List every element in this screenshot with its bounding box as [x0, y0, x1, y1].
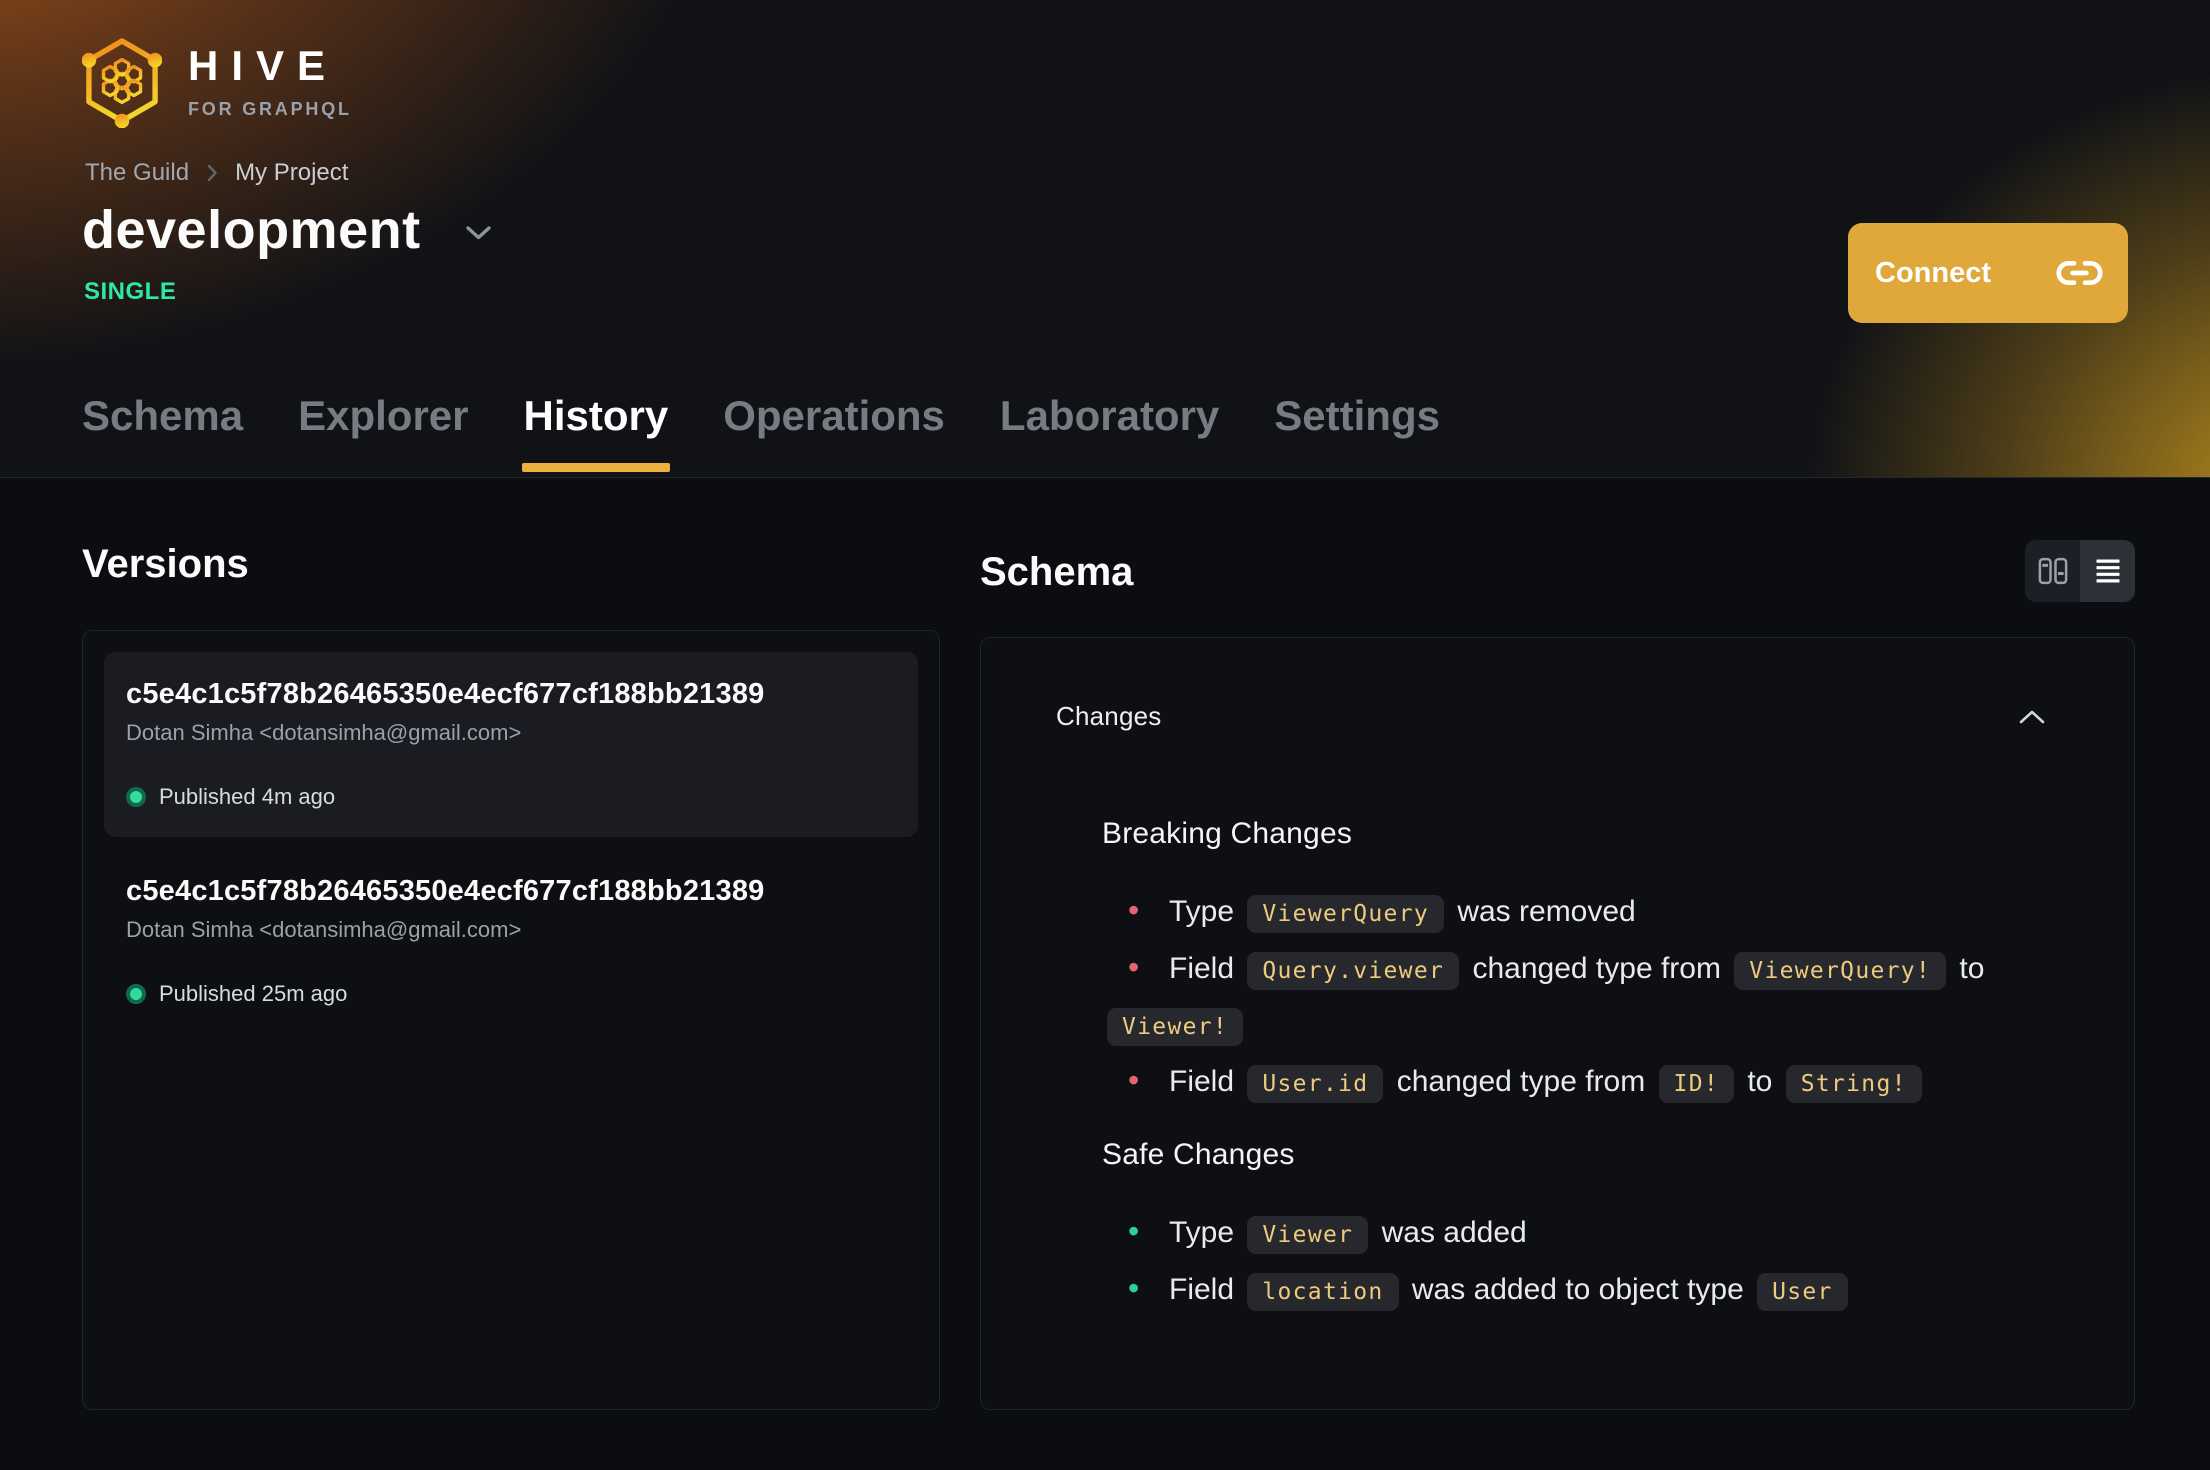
change-item: Type Viewer was added — [1102, 1205, 2032, 1262]
change-text: changed type from — [1464, 952, 1730, 985]
tab-settings[interactable]: Settings — [1274, 369, 1440, 477]
tab-operations[interactable]: Operations — [723, 369, 945, 477]
change-text: Type — [1169, 895, 1243, 928]
versions-title: Versions — [82, 542, 249, 586]
breaking-changes-list: Type ViewerQuery was removed Field Query… — [1102, 884, 2032, 1111]
chevron-up-icon[interactable] — [2018, 709, 2046, 725]
brand-tagline: FOR GRAPHQL — [188, 98, 352, 119]
schema-title: Schema — [980, 550, 1134, 594]
change-item: Field User.id changed type from ID! to S… — [1102, 1054, 2032, 1111]
safe-bullet-icon — [1102, 1205, 1169, 1259]
safe-changes-title: Safe Changes — [1102, 1138, 1295, 1171]
columns-view-icon — [2038, 557, 2067, 585]
change-text: changed type from — [1388, 1065, 1654, 1098]
changes-accordion-label: Changes — [1056, 701, 1162, 731]
version-author: Dotan Simha <dotansimha@gmail.com> — [126, 917, 522, 942]
change-item: Type ViewerQuery was removed — [1102, 884, 2032, 941]
breaking-changes-title: Breaking Changes — [1102, 817, 1353, 850]
breadcrumb-org[interactable]: The Guild — [85, 158, 189, 188]
breaking-bullet-icon — [1102, 1054, 1169, 1108]
changes-accordion-header[interactable]: Changes — [1056, 701, 2046, 732]
safe-bullet-icon — [1102, 1262, 1169, 1316]
status-badge: SINGLE — [84, 278, 177, 305]
version-hash: c5e4c1c5f78b26465350e4ecf677cf188bb21389 — [126, 875, 765, 907]
code-chip: Viewer — [1247, 1216, 1369, 1254]
brand-name: HIVE — [188, 41, 339, 89]
version-status-text: Published 25m ago — [159, 981, 348, 1006]
version-author: Dotan Simha <dotansimha@gmail.com> — [126, 720, 522, 745]
change-text: Field — [1169, 952, 1243, 985]
change-text: Type — [1169, 1216, 1243, 1249]
versions-section: Versions c5e4c1c5f78b26465350e4ecf677cf1… — [82, 542, 940, 1410]
breadcrumb-project[interactable]: My Project — [235, 158, 348, 188]
version-card[interactable]: c5e4c1c5f78b26465350e4ecf677cf188bb21389… — [104, 652, 918, 837]
hive-logo-icon — [82, 38, 162, 128]
code-chip: User.id — [1247, 1065, 1384, 1103]
brand-logo[interactable]: HIVE FOR GRAPHQL — [82, 34, 352, 128]
schema-header: Schema — [980, 540, 2135, 604]
version-hash: c5e4c1c5f78b26465350e4ecf677cf188bb21389 — [126, 678, 765, 710]
connect-button-label: Connect — [1875, 256, 1991, 289]
tab-explorer[interactable]: Explorer — [298, 369, 468, 477]
version-status-text: Published 4m ago — [159, 784, 336, 809]
change-item: Field location was added to object type … — [1102, 1262, 2032, 1319]
tab-bar: Schema Explorer History Operations Labor… — [82, 369, 1440, 477]
page-title: development — [82, 200, 421, 260]
version-card[interactable]: c5e4c1c5f78b26465350e4ecf677cf188bb21389… — [104, 849, 918, 1034]
change-text: was removed — [1449, 895, 1636, 928]
target-title-row: development — [82, 198, 492, 262]
view-toggle — [2025, 540, 2135, 602]
change-text: Field — [1169, 1065, 1243, 1098]
version-status: Published 25m ago — [126, 981, 896, 1007]
breaking-bullet-icon — [1102, 941, 1169, 995]
published-dot-icon — [126, 787, 146, 807]
change-item: Field Query.viewer changed type from Vie… — [1102, 941, 2032, 1054]
changes-panel: Changes Breaking Changes Type ViewerQuer… — [980, 637, 2135, 1410]
chevron-right-icon — [207, 164, 217, 182]
code-chip: User — [1757, 1273, 1848, 1311]
change-text: was added to object type — [1403, 1273, 1753, 1306]
code-chip: Query.viewer — [1247, 952, 1460, 990]
breadcrumb: The Guild My Project — [85, 158, 348, 188]
tab-laboratory[interactable]: Laboratory — [1000, 369, 1219, 477]
change-text: Field — [1169, 1273, 1243, 1306]
brand-text: HIVE FOR GRAPHQL — [188, 41, 352, 119]
code-chip: String! — [1785, 1065, 1922, 1103]
chevron-down-icon[interactable] — [465, 225, 492, 241]
code-chip: Viewer! — [1107, 1008, 1244, 1046]
code-chip: ViewerQuery — [1247, 895, 1444, 933]
main-content: Versions c5e4c1c5f78b26465350e4ecf677cf1… — [0, 478, 2210, 1410]
rows-view-button[interactable] — [2080, 540, 2135, 602]
app-header: HIVE FOR GRAPHQL The Guild My Project de… — [0, 0, 2210, 478]
change-text: to — [1951, 952, 1985, 985]
code-chip: ViewerQuery! — [1734, 952, 1947, 990]
code-chip: ID! — [1658, 1065, 1734, 1103]
version-status: Published 4m ago — [126, 784, 896, 810]
code-chip: location — [1247, 1273, 1399, 1311]
schema-section: Schema Changes Breaking Changes •Type Vi… — [980, 540, 2135, 1410]
tab-schema[interactable]: Schema — [82, 369, 243, 477]
change-text: to — [1739, 1065, 1781, 1098]
change-text: was added — [1373, 1216, 1527, 1249]
connect-button[interactable]: Connect — [1848, 223, 2128, 323]
breaking-bullet-icon — [1102, 884, 1169, 938]
versions-list: c5e4c1c5f78b26465350e4ecf677cf188bb21389… — [82, 630, 940, 1410]
rows-view-icon — [2096, 559, 2119, 583]
published-dot-icon — [126, 984, 146, 1004]
link-icon — [2056, 260, 2103, 286]
changes-body: Breaking Changes Type ViewerQuery was re… — [1102, 816, 2032, 1319]
columns-view-button[interactable] — [2025, 540, 2080, 602]
safe-changes-list: Type Viewer was added Field location was… — [1102, 1205, 2032, 1319]
tab-history[interactable]: History — [521, 369, 670, 477]
